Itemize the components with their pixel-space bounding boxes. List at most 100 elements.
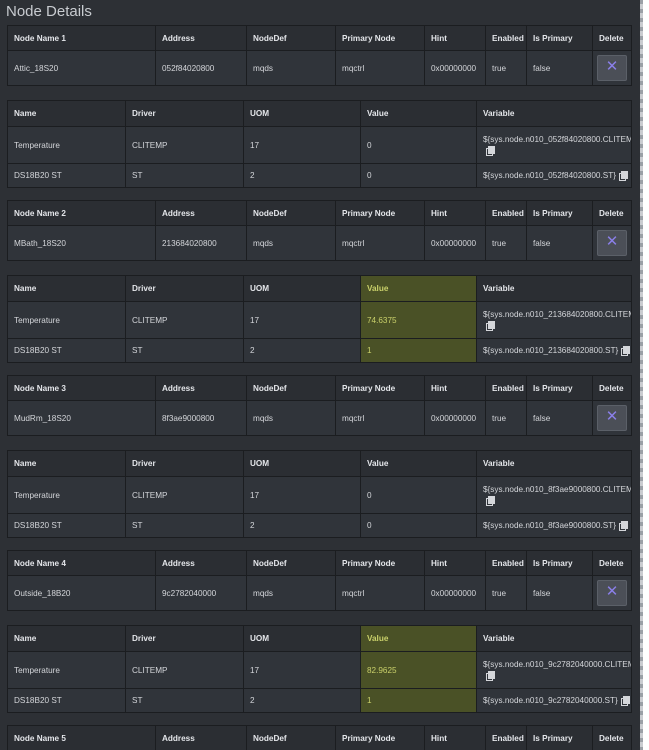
driver-code: CLITEMP <box>125 476 244 514</box>
node-section: Node Name 2 Address NodeDef Primary Node Hin… <box>7 200 632 363</box>
driver-uom: 2 <box>243 513 361 538</box>
value-header: Value <box>360 625 477 652</box>
primary-node-header: Primary Node <box>335 200 425 226</box>
driver-variable: ${sys.node.n010_213684020800.CLITEMP} <box>483 310 632 319</box>
driver-name-header: Name <box>7 625 126 652</box>
hint-header: Hint <box>424 200 486 226</box>
delete-button[interactable]: ✕ <box>597 230 627 256</box>
delete-header: Delete <box>592 725 632 750</box>
driver-variable: ${sys.node.n010_052f84020800.ST} <box>483 171 616 180</box>
node-hint: 0x00000000 <box>424 575 486 611</box>
driver-name: Temperature <box>7 126 126 164</box>
driver-code: ST <box>125 688 244 713</box>
driver-variable-cell: ${sys.node.n010_8f3ae9000800.ST} <box>476 513 632 538</box>
copy-icon[interactable] <box>620 696 630 706</box>
node-name-header: Node Name 2 <box>7 200 156 226</box>
driver-variable-wrap: ${sys.node.n010_8f3ae9000800.ST} <box>483 520 631 531</box>
enabled-header: Enabled <box>485 25 527 51</box>
driver-uom: 2 <box>243 163 361 188</box>
delete-button[interactable]: ✕ <box>597 405 627 431</box>
driver-variable: ${sys.node.n010_8f3ae9000800.ST} <box>483 521 616 530</box>
node-name: MudRm_18S20 <box>7 400 156 436</box>
enabled-header: Enabled <box>485 375 527 401</box>
driver-uom: 17 <box>243 126 361 164</box>
copy-icon[interactable] <box>621 346 631 356</box>
variable-header: Variable <box>476 100 632 127</box>
value-header: Value <box>360 100 477 127</box>
copy-icon[interactable] <box>486 496 495 506</box>
node-section: Node Name 1 Address NodeDef Primary Node Hin… <box>7 25 632 188</box>
delete-cell: ✕ <box>592 575 632 611</box>
node-is-primary: false <box>526 400 593 436</box>
driver-header: Driver <box>125 625 244 652</box>
node-name-header: Node Name 5 <box>7 725 156 750</box>
address-header: Address <box>155 375 247 401</box>
node-address: 8f3ae9000800 <box>155 400 247 436</box>
node-header-row: Node Name 3 Address NodeDef Primary Node Hin… <box>7 375 632 401</box>
node-enabled: true <box>485 575 527 611</box>
address-header: Address <box>155 550 247 576</box>
driver-uom: 17 <box>243 651 361 689</box>
driver-value: 82.9625 <box>360 651 477 689</box>
node-name: Attic_18S20 <box>7 50 156 86</box>
node-section: Node Name 3 Address NodeDef Primary Node Hin… <box>7 375 632 538</box>
uom-header: UOM <box>243 275 361 302</box>
driver-variable: ${sys.node.n010_9c2782040000.CLITEMP} <box>483 660 632 669</box>
is-primary-header: Is Primary <box>526 200 593 226</box>
node-primary: mqctrl <box>335 50 425 86</box>
copy-icon[interactable] <box>486 146 495 156</box>
is-primary-header: Is Primary <box>526 725 593 750</box>
node-primary: mqctrl <box>335 225 425 261</box>
node-section: Node Name 5 Address NodeDef Primary Node Hin… <box>7 725 632 750</box>
driver-variable-wrap: ${sys.node.n010_213684020800.CLITEMP} <box>483 309 631 331</box>
driver-table: Name Driver UOM Value Variable Temperature CLI… <box>7 450 632 538</box>
page-title: Node Details <box>6 3 92 20</box>
driver-variable-wrap: ${sys.node.n010_8f3ae9000800.CLITEMP} <box>483 484 631 506</box>
copy-icon[interactable] <box>618 171 628 181</box>
node-table: Node Name 1 Address NodeDef Primary Node Hin… <box>7 25 632 86</box>
driver-header-row: Name Driver UOM Value Variable <box>7 625 632 652</box>
delete-header: Delete <box>592 25 632 51</box>
node-name: MBath_18S20 <box>7 225 156 261</box>
driver-value: 74.6375 <box>360 301 477 339</box>
node-header-row: Node Name 4 Address NodeDef Primary Node Hin… <box>7 550 632 576</box>
copy-icon[interactable] <box>486 671 495 681</box>
delete-button[interactable]: ✕ <box>597 55 627 81</box>
delete-header: Delete <box>592 550 632 576</box>
enabled-header: Enabled <box>485 725 527 750</box>
node-name-header: Node Name 4 <box>7 550 156 576</box>
driver-name: DS18B20 ST <box>7 688 126 713</box>
enabled-header: Enabled <box>485 550 527 576</box>
uom-header: UOM <box>243 625 361 652</box>
driver-header: Driver <box>125 100 244 127</box>
nodedef-header: NodeDef <box>246 200 336 226</box>
delete-button[interactable]: ✕ <box>597 580 627 606</box>
driver-row: DS18B20 ST ST 2 1 ${sys.node.n010_9c27820400… <box>7 688 632 713</box>
driver-variable-cell: ${sys.node.n010_052f84020800.ST} <box>476 163 632 188</box>
copy-icon[interactable] <box>486 321 495 331</box>
driver-code: CLITEMP <box>125 651 244 689</box>
driver-variable-cell: ${sys.node.n010_9c2782040000.CLITEMP} <box>476 651 632 689</box>
variable-header: Variable <box>476 625 632 652</box>
address-header: Address <box>155 725 247 750</box>
driver-uom: 17 <box>243 301 361 339</box>
driver-variable: ${sys.node.n010_9c2782040000.ST} <box>483 696 618 705</box>
hint-header: Hint <box>424 375 486 401</box>
driver-row: DS18B20 ST ST 2 0 ${sys.node.n010_8f3ae90008… <box>7 513 632 538</box>
driver-uom: 2 <box>243 338 361 363</box>
driver-variable-cell: ${sys.node.n010_213684020800.ST} <box>476 338 632 363</box>
driver-header-row: Name Driver UOM Value Variable <box>7 100 632 127</box>
driver-name: DS18B20 ST <box>7 338 126 363</box>
driver-table: Name Driver UOM Value Variable Temperature CLI… <box>7 100 632 188</box>
uom-header: UOM <box>243 450 361 477</box>
driver-row: Temperature CLITEMP 17 74.6375 ${sys.node.n0… <box>7 301 632 339</box>
driver-header-row: Name Driver UOM Value Variable <box>7 450 632 477</box>
node-table: Node Name 4 Address NodeDef Primary Node Hin… <box>7 550 632 611</box>
hint-header: Hint <box>424 25 486 51</box>
delete-cell: ✕ <box>592 50 632 86</box>
node-table: Node Name 3 Address NodeDef Primary Node Hin… <box>7 375 632 436</box>
driver-variable-wrap: ${sys.node.n010_9c2782040000.ST} <box>483 695 631 706</box>
copy-icon[interactable] <box>618 521 628 531</box>
primary-node-header: Primary Node <box>335 25 425 51</box>
node-nodedef: mqds <box>246 50 336 86</box>
